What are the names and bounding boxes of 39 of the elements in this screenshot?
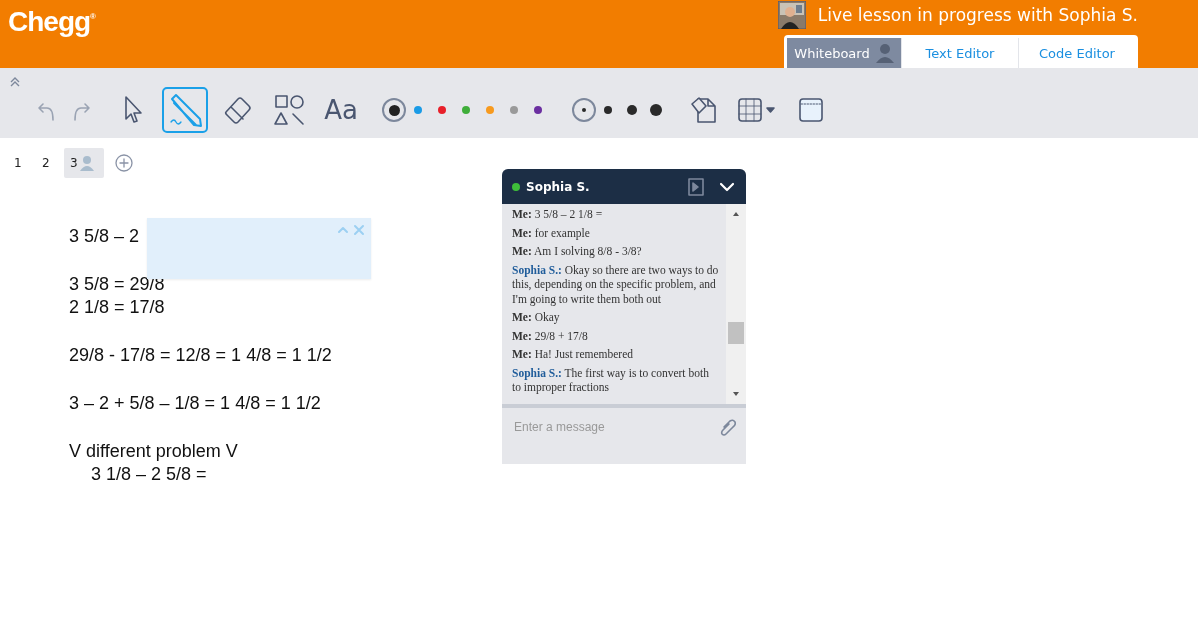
person-icon	[79, 155, 94, 171]
chat-message: Me: Am I solving 8/8 - 3/8?	[512, 244, 643, 259]
page-tab[interactable]: 2	[36, 148, 60, 178]
handwritten-math: 3 5/8 – 2	[69, 225, 140, 248]
handwritten-math: 2 1/8 = 17/8	[69, 296, 165, 319]
scroll-thumb[interactable]	[728, 322, 744, 344]
message-input[interactable]: Enter a message	[512, 419, 720, 435]
lesson-status: Live lesson in progress with Sophia S.	[817, 4, 1138, 25]
chat-message: Me: 29/8 + 17/8	[512, 328, 589, 343]
panel-icon	[798, 97, 824, 123]
chat-message: Me: 3 5/8 – 2 1/8 =	[512, 207, 604, 222]
text-tool-label: Aa	[324, 95, 358, 125]
chat-message: Sophia S.: The first way is to convert both to improper fractions	[512, 365, 710, 395]
chat-message: Me: Okay	[512, 310, 561, 325]
handwritten-math: V different problem V	[69, 440, 238, 463]
shapes-icon	[272, 93, 306, 127]
text-tool[interactable]: Aa	[318, 87, 364, 133]
logo: Chegg®	[8, 5, 96, 39]
handwritten-math: 3 – 2 + 5/8 – 1/8 = 1 4/8 = 1 1/2	[69, 392, 321, 415]
page-tab[interactable]: 3	[64, 148, 104, 178]
chat-message: Me: Ha! Just remembered	[512, 347, 635, 362]
mode-tab[interactable]: Whiteboard	[787, 38, 901, 68]
color-swatch[interactable]	[382, 98, 406, 122]
add-page-icon[interactable]	[114, 153, 134, 173]
handwritten-math: 3 1/8 – 2 5/8 =	[90, 463, 207, 486]
chat-message: Me: for example	[512, 225, 591, 240]
paperclip-icon[interactable]	[720, 419, 736, 437]
scroll-down-icon[interactable]	[733, 392, 739, 396]
scroll-up-icon[interactable]	[733, 212, 739, 216]
scrollbar[interactable]	[726, 204, 746, 404]
page-tab[interactable]: 1	[8, 148, 32, 178]
collapse-icon[interactable]	[9, 76, 21, 88]
grid-icon	[737, 96, 777, 124]
person-icon	[875, 43, 894, 63]
chat-message: Sophia S.: Okay so there are two ways to do this, depending on the specific problem, and I'm going to write them both out	[512, 262, 720, 306]
sidebar-icon[interactable]	[688, 177, 704, 196]
chat-name: Sophia S.	[526, 179, 591, 194]
pen-tool[interactable]	[162, 87, 208, 133]
handwritten-math: 29/8 - 17/8 = 12/8 = 1 4/8 = 1 1/2	[69, 344, 332, 367]
